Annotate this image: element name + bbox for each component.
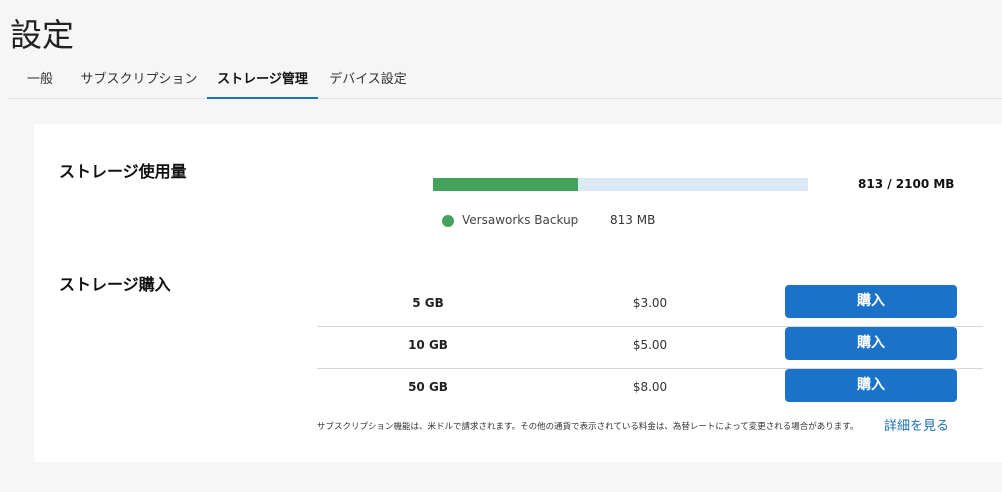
legend-size: 813 MB (610, 213, 656, 227)
plan-row: 5 GB $3.00 購入 (317, 284, 983, 327)
storage-usage-title: ストレージ使用量 (59, 162, 187, 181)
plan-price: $3.00 (632, 296, 668, 310)
tab-subscription[interactable]: サブスクリプション (78, 62, 200, 98)
plan-row: 10 GB $5.00 購入 (317, 326, 983, 369)
storage-card: ストレージ使用量 813 / 2100 MB Versaworks Backup… (34, 124, 1002, 462)
currency-note: サブスクリプション機能は、米ドルで請求されます。その他の通貨で表示されている料金… (317, 422, 859, 432)
tab-storage-management[interactable]: ストレージ管理 (207, 62, 318, 99)
plan-size: 5 GB (412, 296, 444, 310)
buy-button-10gb[interactable]: 購入 (785, 327, 957, 360)
page-title: 設定 (10, 16, 75, 54)
plan-size: 50 GB (408, 380, 448, 394)
plan-row: 50 GB $8.00 購入 (317, 368, 983, 410)
storage-purchase-title: ストレージ購入 (59, 275, 171, 294)
legend-dot-icon (442, 215, 454, 227)
plan-size: 10 GB (408, 338, 448, 352)
tab-general[interactable]: 一般 (20, 62, 60, 98)
plan-price: $8.00 (632, 380, 668, 394)
legend-label: Versaworks Backup (462, 213, 579, 227)
plan-price: $5.00 (632, 338, 668, 352)
details-link[interactable]: 詳細を見る (884, 415, 949, 434)
buy-button-50gb[interactable]: 購入 (785, 369, 957, 402)
storage-usage-bar (433, 178, 808, 191)
tab-bar: 一般 サブスクリプション ストレージ管理 デバイス設定 (8, 62, 1002, 99)
buy-button-5gb[interactable]: 購入 (785, 285, 957, 318)
storage-usage-fill (433, 178, 579, 191)
storage-usage-total: 813 / 2100 MB (858, 177, 955, 191)
tab-device-settings[interactable]: デバイス設定 (326, 62, 410, 98)
